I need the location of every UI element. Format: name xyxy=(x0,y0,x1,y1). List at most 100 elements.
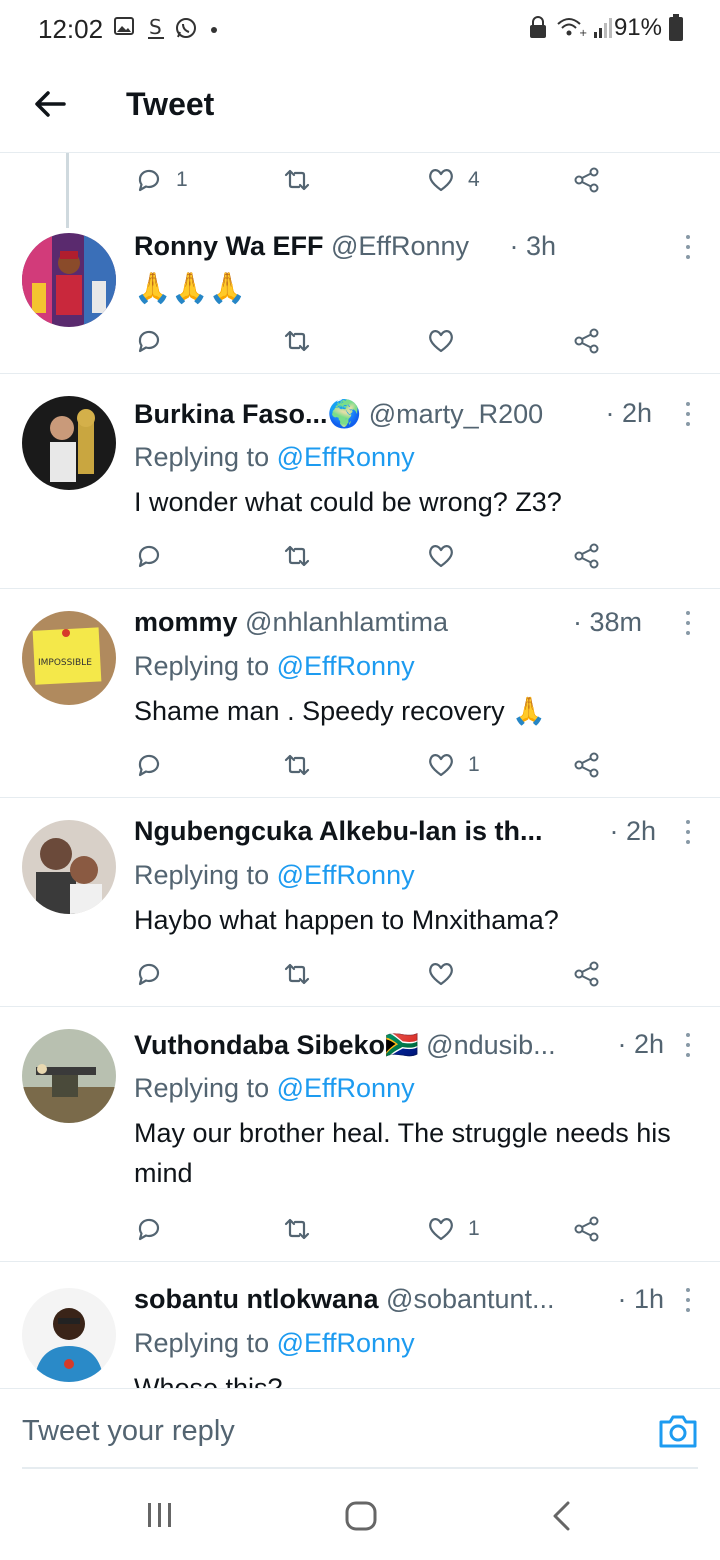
back-nav-icon[interactable] xyxy=(550,1500,574,1532)
avatar[interactable] xyxy=(22,1029,116,1123)
tweet-text: May our brother heal. The struggle needs… xyxy=(134,1118,671,1188)
wifi-icon: + xyxy=(557,18,587,39)
recent-apps-icon[interactable] xyxy=(144,1500,176,1530)
more-options-icon[interactable] xyxy=(684,402,692,428)
share-icon xyxy=(574,752,599,778)
like-button[interactable] xyxy=(426,323,456,359)
more-options-icon[interactable] xyxy=(684,820,692,846)
reply-icon xyxy=(138,169,160,192)
heart-icon xyxy=(429,754,453,777)
display-name[interactable]: Burkina Faso...🌍 xyxy=(134,399,361,429)
more-options-icon[interactable] xyxy=(684,1033,692,1059)
share-button[interactable] xyxy=(572,162,602,198)
like-button[interactable]: 4 xyxy=(426,162,480,198)
mention-link[interactable]: @EffRonny xyxy=(277,651,415,681)
back-arrow-icon[interactable] xyxy=(28,82,72,126)
share-icon xyxy=(574,961,599,987)
reply-input[interactable]: Tweet your reply xyxy=(22,1415,235,1448)
reply-button[interactable] xyxy=(134,956,164,992)
display-name[interactable]: Ronny Wa EFF xyxy=(134,231,324,261)
heart-icon xyxy=(429,545,453,568)
share-button[interactable] xyxy=(572,323,602,359)
like-button[interactable] xyxy=(426,956,456,992)
mention-link[interactable]: @EffRonny xyxy=(277,1073,415,1103)
tweet-item[interactable]: Ngubengcuka Alkebu-lan is th... · 2h Rep… xyxy=(0,798,720,1007)
retweet-button[interactable] xyxy=(282,538,312,574)
tweet-header: Ngubengcuka Alkebu-lan is th... xyxy=(134,816,596,847)
tweet-item[interactable]: Burkina Faso...🌍 @marty_R200 · 2h Replyi… xyxy=(0,374,720,589)
share-button[interactable] xyxy=(572,747,602,783)
battery-percent: 91% xyxy=(613,14,662,41)
avatar[interactable] xyxy=(22,396,116,490)
avatar[interactable]: IMPOSSIBLE xyxy=(22,611,116,705)
replying-label: Replying to xyxy=(134,1328,270,1358)
retweet-icon xyxy=(284,330,310,352)
share-button[interactable] xyxy=(572,538,602,574)
share-icon xyxy=(574,328,599,354)
tweet-actions: 1 xyxy=(134,747,614,783)
tweet-feed[interactable]: 1 4 Ronny Wa EFF @EffRonny · 3h 🙏🙏🙏 Burk… xyxy=(0,153,720,1388)
handle: @ndusib... xyxy=(426,1030,556,1060)
avatar-sticky-note-text: IMPOSSIBLE xyxy=(38,658,92,668)
tweet-header: Burkina Faso...🌍 @marty_R200 xyxy=(134,398,550,430)
like-button[interactable]: 1 xyxy=(426,1211,480,1247)
share-button[interactable] xyxy=(572,956,602,992)
reply-button[interactable] xyxy=(134,1211,164,1247)
more-options-icon[interactable] xyxy=(684,611,692,637)
avatar[interactable] xyxy=(22,1288,116,1382)
tweet-actions: 1 xyxy=(134,1211,614,1247)
display-name[interactable]: Vuthondaba Sibeko🇿🇦 xyxy=(134,1030,419,1060)
retweet-button[interactable] xyxy=(282,323,312,359)
retweet-button[interactable] xyxy=(282,956,312,992)
more-options-icon[interactable] xyxy=(684,1288,692,1314)
reply-composer: Tweet your reply xyxy=(0,1388,720,1469)
system-nav-bar xyxy=(0,1470,720,1560)
display-name[interactable]: mommy xyxy=(134,607,238,637)
timestamp: · 2h xyxy=(617,1029,664,1059)
mention-link[interactable]: @EffRonny xyxy=(277,442,415,472)
retweet-button[interactable] xyxy=(282,1211,312,1247)
timestamp: · 1h xyxy=(617,1284,664,1314)
tweet-text: Haybo what happen to Mnxithama? xyxy=(134,905,559,935)
replying-label: Replying to xyxy=(134,442,270,472)
handle: @sobantunt... xyxy=(386,1284,555,1314)
display-name[interactable]: Ngubengcuka Alkebu-lan is th... xyxy=(134,816,543,846)
share-icon xyxy=(574,167,599,193)
reply-button[interactable] xyxy=(134,538,164,574)
notification-dot-icon xyxy=(211,27,217,33)
tweet-header: Ronny Wa EFF @EffRonny xyxy=(134,231,520,262)
avatar[interactable] xyxy=(22,820,116,914)
reply-button[interactable]: 1 xyxy=(134,162,188,198)
heart-icon xyxy=(429,963,453,986)
avatar[interactable] xyxy=(22,233,116,327)
mention-link[interactable]: @EffRonny xyxy=(277,860,415,890)
retweet-icon xyxy=(284,754,310,776)
reply-button[interactable] xyxy=(134,323,164,359)
tweet-item[interactable]: Vuthondaba Sibeko🇿🇦 @ndusib... · 2h Repl… xyxy=(0,1007,720,1262)
handle: @marty_R200 xyxy=(368,399,544,429)
reply-button[interactable] xyxy=(134,747,164,783)
more-options-icon[interactable] xyxy=(684,235,692,261)
replying-label: Replying to xyxy=(134,1073,270,1103)
tweet-item[interactable]: sobantu ntlokwana @sobantunt... · 1h Rep… xyxy=(0,1262,720,1388)
heart-icon xyxy=(429,169,453,192)
parent-tweet-partial: 1 4 xyxy=(0,153,720,203)
home-icon[interactable] xyxy=(344,1500,378,1532)
tweet-text: 🙏🙏🙏 xyxy=(134,272,247,305)
camera-icon[interactable] xyxy=(658,1413,698,1449)
retweet-button[interactable] xyxy=(282,747,312,783)
retweet-icon xyxy=(284,1218,310,1240)
like-button[interactable] xyxy=(426,538,456,574)
share-button[interactable] xyxy=(572,1211,602,1247)
page-title: Tweet xyxy=(126,86,215,122)
display-name[interactable]: sobantu ntlokwana xyxy=(134,1284,379,1314)
retweet-button[interactable] xyxy=(282,162,312,198)
replying-to: Replying to @EffRonny xyxy=(134,1328,415,1359)
tweet-item[interactable]: Ronny Wa EFF @EffRonny · 3h 🙏🙏🙏 xyxy=(0,213,720,374)
like-button[interactable]: 1 xyxy=(426,747,480,783)
tweet-item[interactable]: IMPOSSIBLE mommy @nhlanhlamtima · 38m Re… xyxy=(0,589,720,798)
tweet-actions: 1 4 xyxy=(134,162,614,198)
battery-icon xyxy=(669,14,683,41)
mention-link[interactable]: @EffRonny xyxy=(277,1328,415,1358)
timestamp: · 2h xyxy=(609,816,656,846)
